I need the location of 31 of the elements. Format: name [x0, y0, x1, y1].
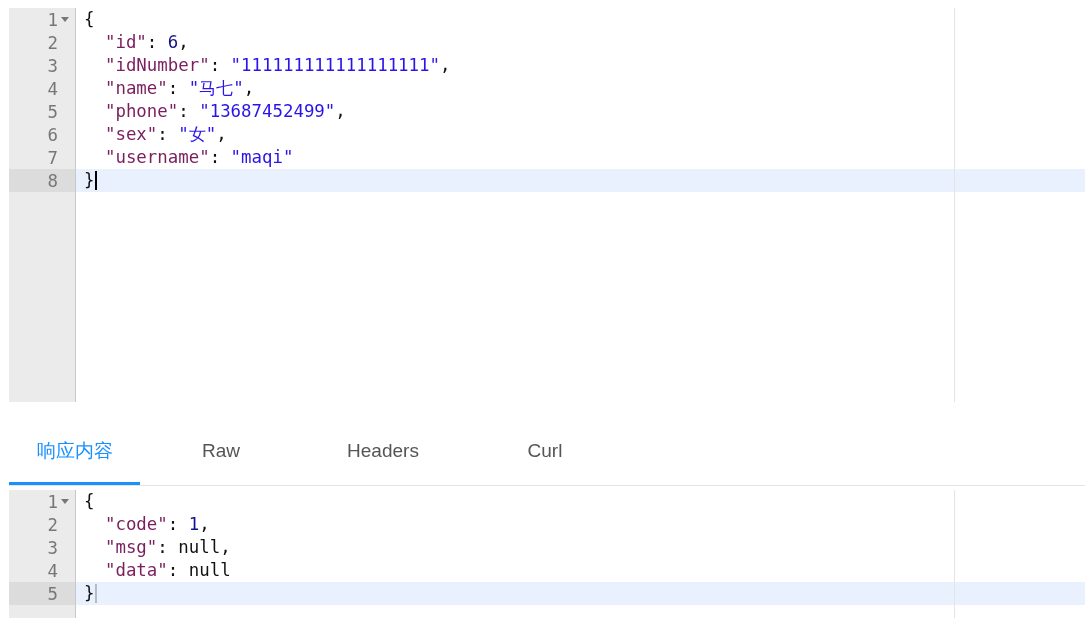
line-number: 3 — [47, 537, 58, 558]
line-number: 1 — [47, 9, 58, 30]
code-line: "idNumber": "111111111111111111", — [103, 54, 451, 77]
line-number: 3 — [47, 55, 58, 76]
line-number: 4 — [47, 560, 58, 581]
fold-caret-icon[interactable] — [61, 16, 69, 23]
code-line: { — [84, 490, 95, 513]
code-line: "username": "maqi" — [103, 146, 294, 169]
line-number: 8 — [47, 170, 58, 191]
code-line: } — [84, 582, 95, 605]
line-number: 5 — [47, 101, 58, 122]
tab[interactable]: Raw — [140, 420, 302, 485]
code-line: } — [84, 169, 95, 192]
code-line: "id": 6, — [103, 31, 189, 54]
tab[interactable]: Headers — [302, 420, 464, 485]
line-number: 2 — [47, 32, 58, 53]
line-number: 2 — [47, 514, 58, 535]
line-number: 4 — [47, 78, 58, 99]
code-line: "code": 1, — [103, 513, 210, 536]
tab[interactable]: Curl — [464, 420, 626, 485]
code-line: "data": null — [103, 559, 231, 582]
code-line: "sex": "女", — [103, 123, 227, 146]
fold-caret-icon[interactable] — [61, 498, 69, 505]
line-number: 1 — [47, 491, 58, 512]
line-number: 7 — [47, 147, 58, 168]
line-number: 6 — [47, 124, 58, 145]
code-line: "name": "马七", — [103, 77, 255, 100]
line-number: 5 — [47, 583, 58, 604]
code-line: "phone": "13687452499", — [103, 100, 346, 123]
code-line: "msg": null, — [103, 536, 231, 559]
code-line: { — [84, 8, 95, 31]
